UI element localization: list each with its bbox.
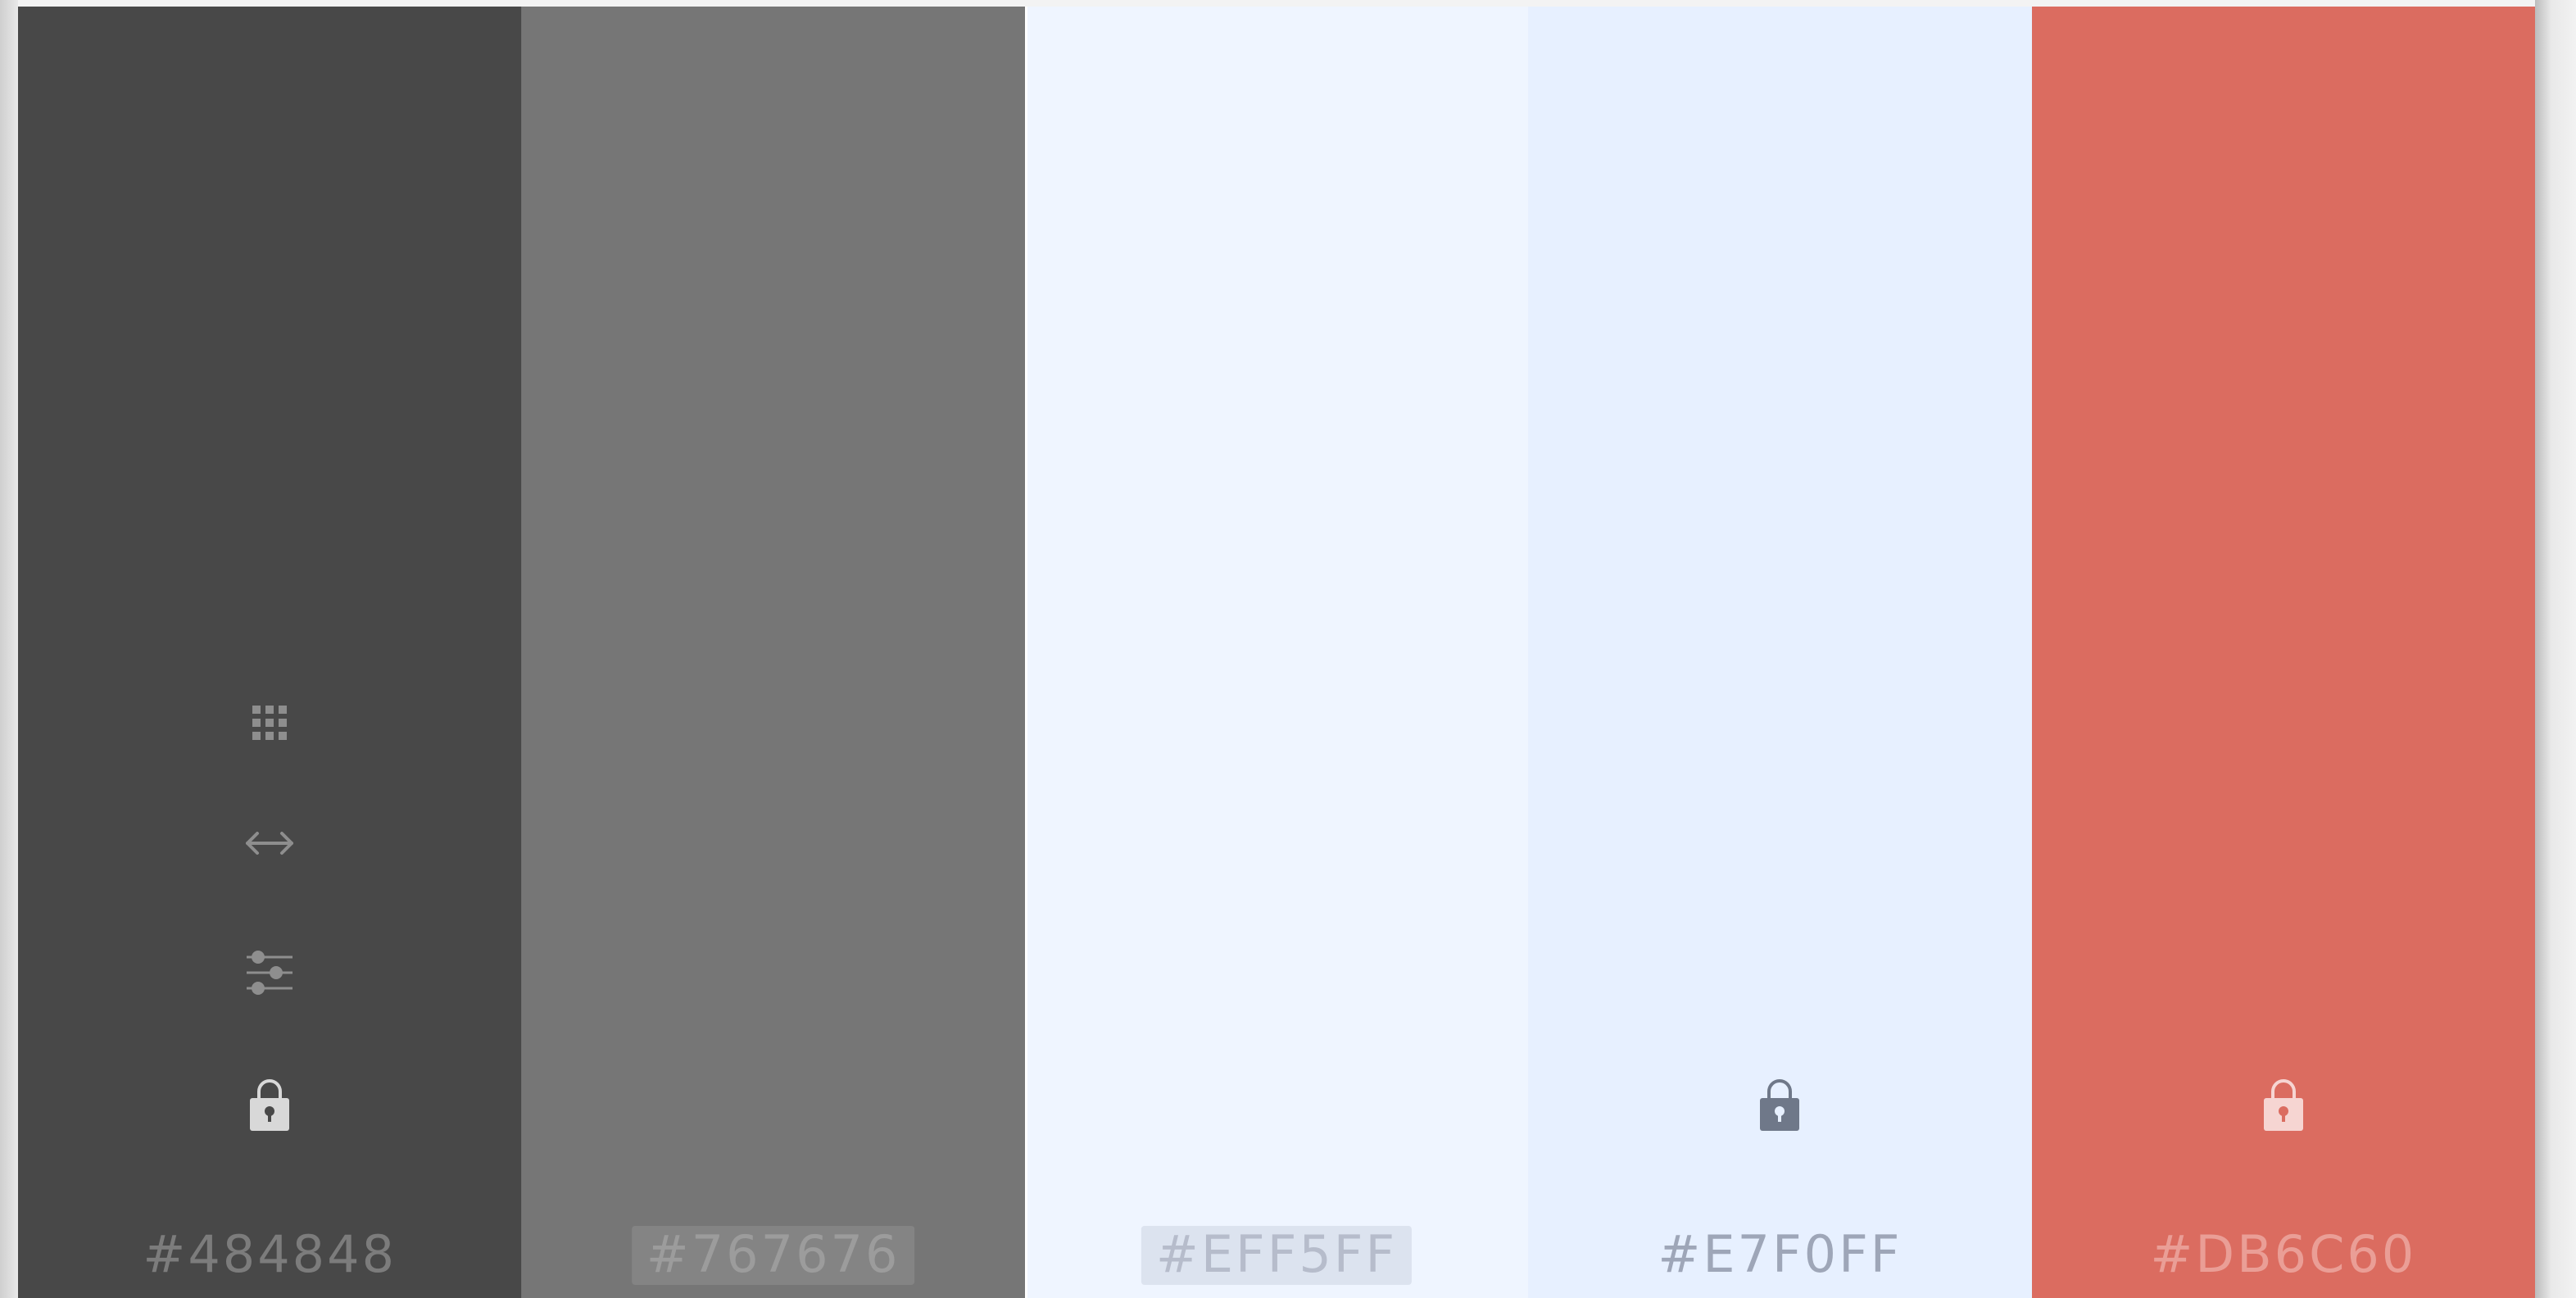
- window-left-edge: [0, 0, 18, 1298]
- swatch-4[interactable]: #E7F0FF: [1528, 7, 2032, 1298]
- swatch-5[interactable]: #DB6C60: [2031, 7, 2536, 1298]
- grid-button[interactable]: [245, 698, 294, 747]
- swatch-1[interactable]: #484848: [18, 7, 522, 1298]
- sliders-icon: [247, 951, 293, 995]
- hex-label[interactable]: #DB6C60: [2135, 1226, 2431, 1285]
- resize-button[interactable]: [241, 823, 298, 864]
- window-top-edge: [0, 0, 2576, 7]
- adjust-button[interactable]: [241, 946, 298, 1000]
- hex-label[interactable]: #484848: [128, 1226, 411, 1285]
- hex-label[interactable]: #767676: [631, 1226, 915, 1285]
- grid-icon: [252, 706, 288, 740]
- swatch-2[interactable]: #767676: [521, 7, 1025, 1298]
- lock-icon: [2263, 1079, 2303, 1131]
- swatch-3[interactable]: #EFF5FF: [1024, 7, 1529, 1298]
- hex-label[interactable]: #EFF5FF: [1141, 1226, 1413, 1285]
- resize-arrows-icon: [246, 832, 294, 855]
- lock-button[interactable]: [2261, 1078, 2306, 1132]
- hex-label[interactable]: #E7F0FF: [1643, 1226, 1916, 1285]
- lock-button[interactable]: [1757, 1078, 1802, 1132]
- window-right-edge: [2535, 0, 2576, 1298]
- lock-button[interactable]: [247, 1078, 292, 1132]
- palette: #484848 #767676 #EFF5FF #E7F0FF #DB6C60: [18, 7, 2536, 1298]
- lock-icon: [250, 1079, 290, 1131]
- lock-icon: [1760, 1079, 1800, 1131]
